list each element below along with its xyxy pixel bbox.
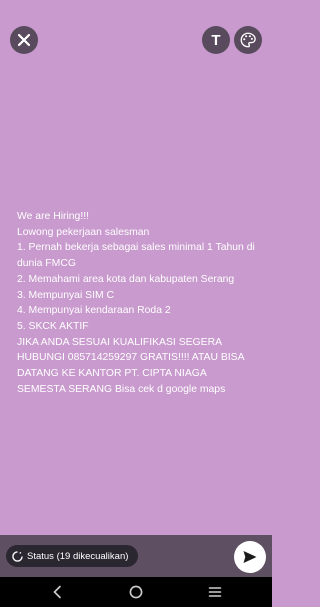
text-tool-button[interactable]: T (202, 26, 230, 54)
status-audience-chip[interactable]: Status (19 dikecualikan) (6, 545, 139, 567)
nav-home-button[interactable] (125, 582, 147, 602)
status-icon (12, 550, 23, 562)
send-button[interactable] (234, 541, 266, 573)
bottom-panel: Status (19 dikecualikan) (0, 535, 272, 577)
close-icon (17, 33, 31, 47)
recents-icon (208, 587, 222, 597)
color-palette-button[interactable] (234, 26, 262, 54)
home-circle-icon (129, 585, 143, 599)
text-tool-label: T (211, 31, 221, 49)
nav-back-button[interactable] (46, 582, 68, 602)
close-button[interactable] (10, 26, 38, 54)
send-icon (243, 551, 257, 563)
top-toolbar: T (0, 26, 272, 56)
status-audience-label: Status (19 dikecualikan) (27, 550, 129, 562)
back-chevron-icon (53, 585, 61, 599)
palette-icon (240, 32, 256, 48)
nav-recents-button[interactable] (204, 582, 226, 602)
android-navigation-bar (0, 577, 272, 607)
status-text-content[interactable]: We are Hiring!!! Lowong pekerjaan salesm… (17, 209, 257, 397)
